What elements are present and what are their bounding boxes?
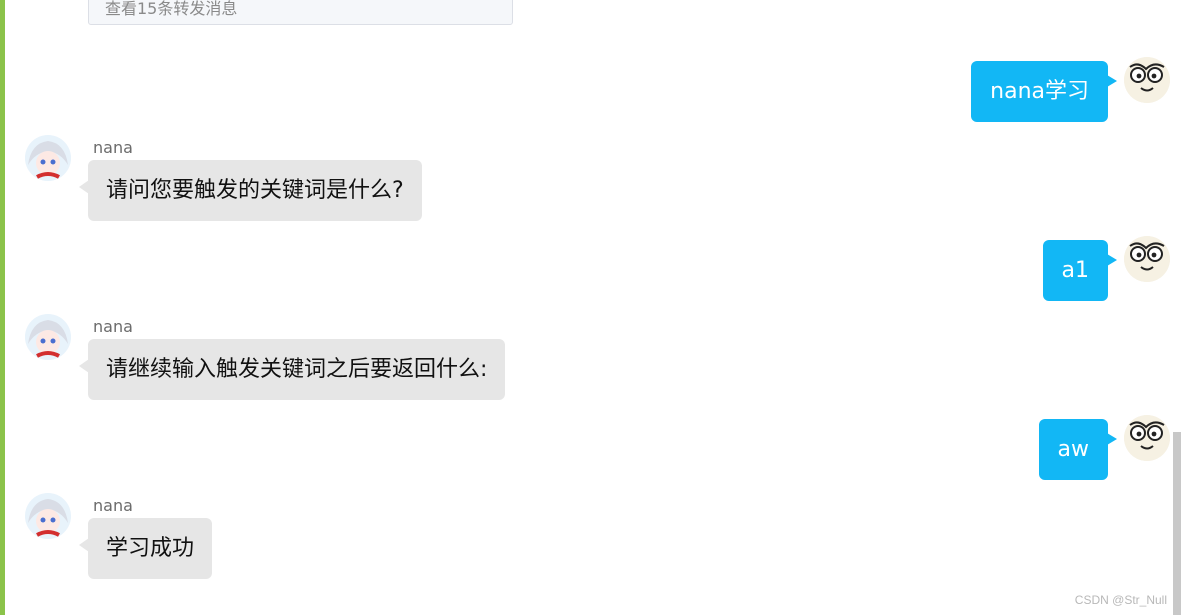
watermark: CSDN @Str_Null [1074,593,1167,607]
forwarded-messages-label: 查看15条转发消息 [105,0,238,18]
sender-name: nana [93,317,133,336]
forwarded-messages-card[interactable]: 查看15条转发消息 [88,0,513,25]
sender-name: nana [93,496,133,515]
user-message-bubble[interactable]: aw [1038,419,1118,480]
message-text: 学习成功 [106,536,195,561]
sender-name: nana [93,138,133,157]
user-avatar-icon[interactable] [1124,236,1170,282]
chat-window: 查看15条转发消息 nana学习 nana 请问您要触发的关键词是什么? a1 … [0,0,1181,615]
bot-message-bubble[interactable]: 请问您要触发的关键词是什么? [79,160,422,221]
user-message-bubble[interactable]: nana学习 [971,61,1117,122]
left-accent-bar [0,0,5,615]
message-text: 请继续输入触发关键词之后要返回什么: [106,357,488,382]
user-message-bubble[interactable]: a1 [1042,240,1118,301]
bot-avatar-icon[interactable] [25,314,71,360]
bot-message-bubble[interactable]: 请继续输入触发关键词之后要返回什么: [78,339,506,400]
bot-avatar-icon[interactable] [25,135,71,181]
message-text: 请问您要触发的关键词是什么? [106,178,404,203]
bot-avatar-icon[interactable] [25,493,71,539]
bot-message-bubble[interactable]: 学习成功 [78,518,213,579]
message-text: aw [1057,437,1089,462]
message-text: nana学习 [990,79,1089,104]
message-right: nana学习 [781,57,1181,131]
message-text: a1 [1061,258,1089,283]
scrollbar[interactable] [1173,432,1181,615]
message-right: aw [781,415,1181,489]
message-right: a1 [781,236,1181,310]
user-avatar-icon[interactable] [1124,415,1170,461]
user-avatar-icon[interactable] [1124,57,1170,103]
